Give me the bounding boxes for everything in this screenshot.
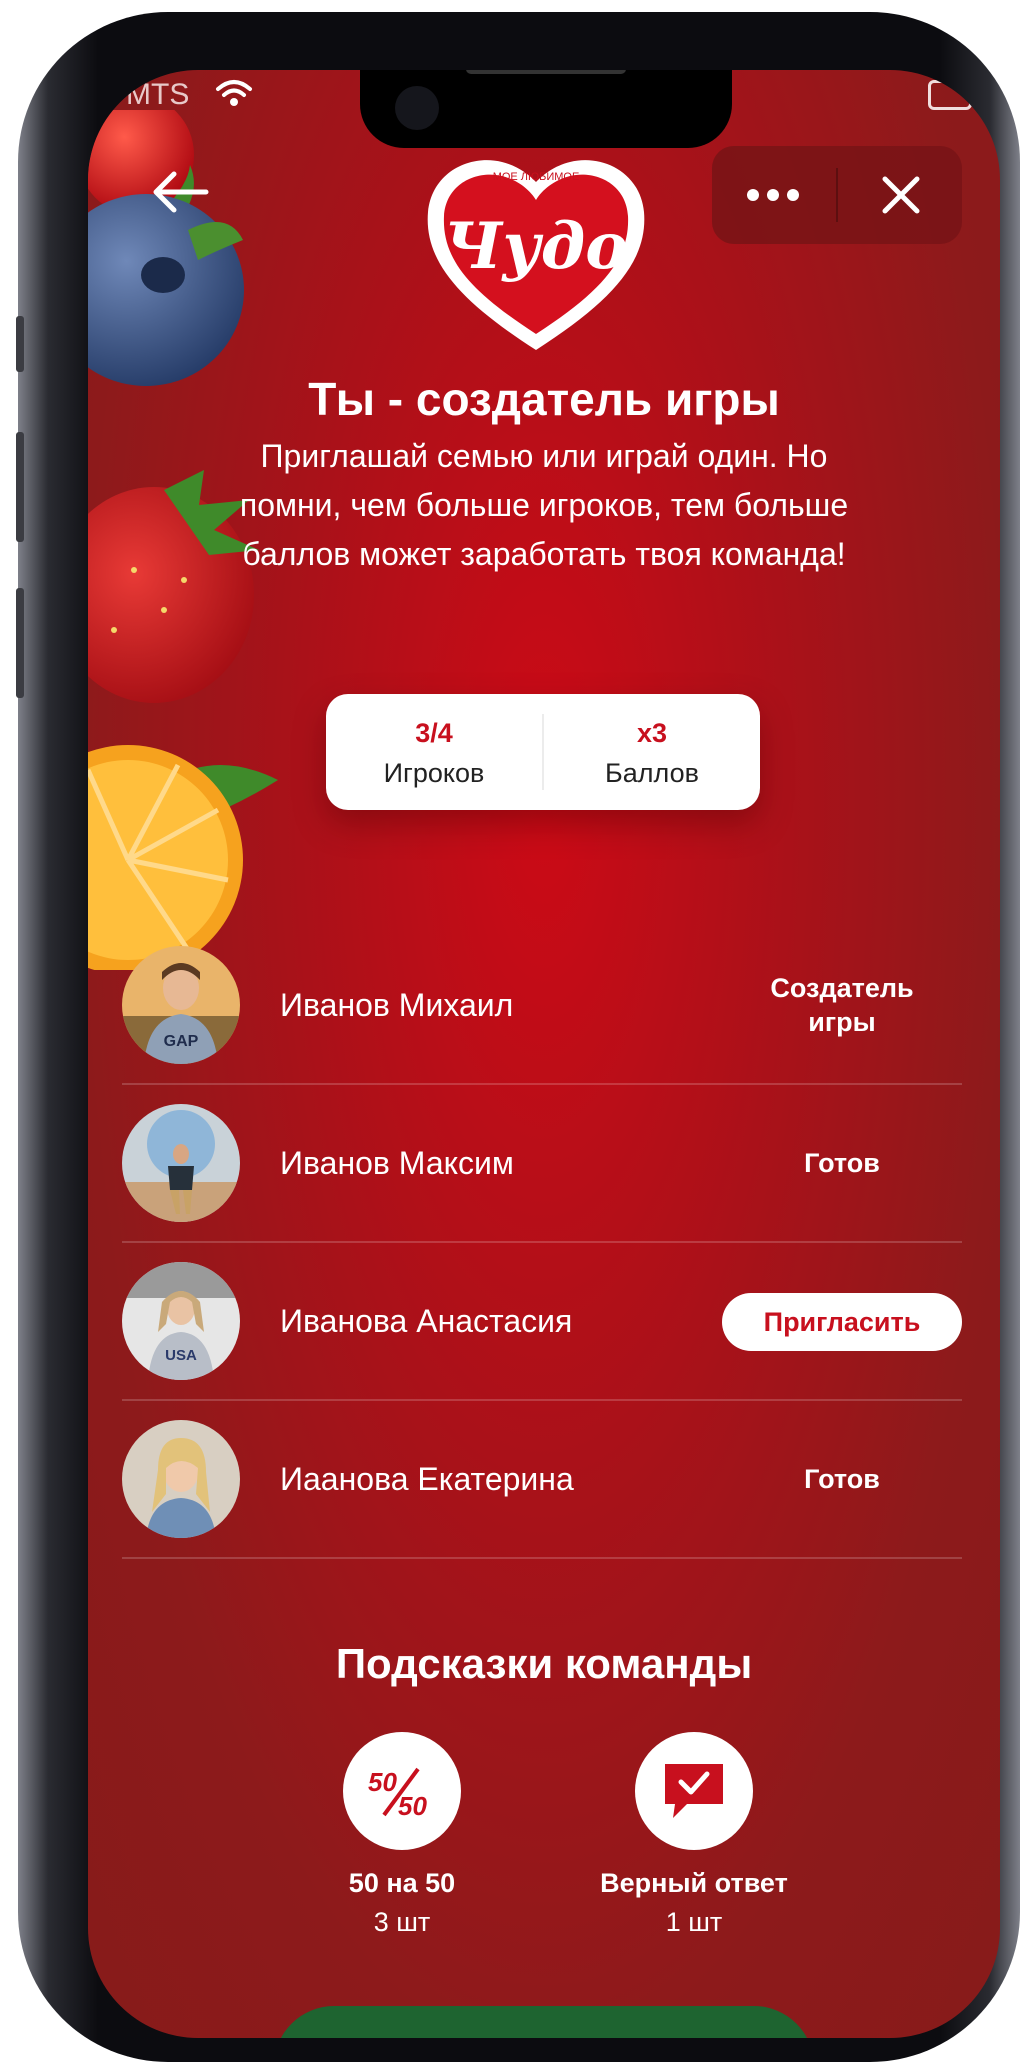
player-row: Иванов Максим Готов [122, 1085, 962, 1243]
carrier-label: MTS [126, 78, 190, 111]
front-camera [395, 86, 439, 130]
hint-correct-answer[interactable]: Верный ответ 1 шт [564, 1732, 824, 1938]
player-status: Готов [804, 1148, 880, 1178]
players-label: Игроков [383, 758, 485, 788]
speaker-grille [466, 70, 626, 74]
hint-count: 3 шт [373, 1907, 431, 1937]
app-screen: MTS МОЕ ЛЮБИМОЕ Чудо Ты - создатель игры… [88, 70, 1000, 2038]
hint-fifty-fifty[interactable]: 50 50 50 на 50 3 шт [272, 1732, 532, 1938]
logo-brand-text: Чудо [444, 209, 628, 284]
arrow-left-icon [153, 171, 209, 213]
avatar: USA [122, 1262, 240, 1380]
back-button[interactable] [140, 162, 220, 222]
players-stat: 3/4 Игроков [326, 694, 542, 810]
avatar [122, 1104, 240, 1222]
points-multiplier: x3 [636, 718, 668, 748]
hint-name: Верный ответ [600, 1868, 788, 1898]
player-row: GAP Иванов Михаил Создатель игры [122, 927, 962, 1085]
brand-logo: МОЕ ЛЮБИМОЕ Чудо [418, 150, 654, 360]
mini-app-capsule [712, 146, 962, 244]
svg-text:USA: USA [165, 1347, 197, 1364]
svg-text:GAP: GAP [164, 1033, 199, 1050]
players-count: 3/4 [415, 718, 453, 748]
more-button[interactable] [712, 146, 834, 244]
player-row: Иаанова Екатерина Готов [122, 1401, 962, 1559]
avatar [122, 1420, 240, 1538]
points-label: Баллов [605, 758, 699, 788]
notch [360, 70, 732, 148]
game-stats-card: 3/4 Игроков x3 Баллов [326, 694, 760, 810]
hint-count: 1 шт [665, 1907, 723, 1937]
close-button[interactable] [840, 146, 962, 244]
invite-button[interactable]: Пригласить [722, 1293, 962, 1351]
start-game-button[interactable] [274, 2006, 814, 2038]
page-subtitle: Приглашай семью или играй один. Но помни… [239, 438, 849, 572]
more-dots-icon [747, 189, 799, 201]
player-name: Иванов Михаил [280, 987, 514, 1023]
hints-title: Подсказки команды [335, 1640, 753, 1687]
svg-text:50: 50 [368, 1767, 397, 1797]
heart-logo-image: МОЕ ЛЮБИМОЕ Чудо [427, 160, 645, 350]
player-name: Иванов Максим [280, 1145, 514, 1181]
close-icon [882, 176, 920, 214]
logo-tagline: МОЕ ЛЮБИМОЕ [493, 171, 580, 183]
svg-text:50: 50 [398, 1791, 427, 1821]
players-list: GAP Иванов Михаил Создатель игры Иванов … [122, 927, 962, 1559]
hint-name: 50 на 50 [348, 1868, 456, 1898]
capsule-divider [836, 168, 838, 222]
points-stat: x3 Баллов [544, 694, 760, 810]
player-name: Иванова Анастасия [280, 1303, 573, 1339]
player-status: Готов [804, 1464, 880, 1494]
fifty-fifty-icon: 50 50 [343, 1732, 461, 1850]
wifi-icon [216, 80, 252, 106]
player-name: Иаанова Екатерина [280, 1461, 574, 1497]
page-title: Ты - создатель игры [308, 373, 780, 425]
phone-volume-up [16, 432, 24, 542]
player-status: Создатель игры [770, 973, 914, 1037]
battery-icon [928, 80, 972, 110]
player-row: USA Иванова Анастасия Пригласить [122, 1243, 962, 1401]
avatar: GAP [122, 946, 240, 1064]
phone-frame: MTS МОЕ ЛЮБИМОЕ Чудо Ты - создатель игры… [16, 12, 1020, 2062]
phone-volume-down [16, 588, 24, 698]
phone-mute-switch [16, 316, 24, 372]
check-message-icon [635, 1732, 753, 1850]
